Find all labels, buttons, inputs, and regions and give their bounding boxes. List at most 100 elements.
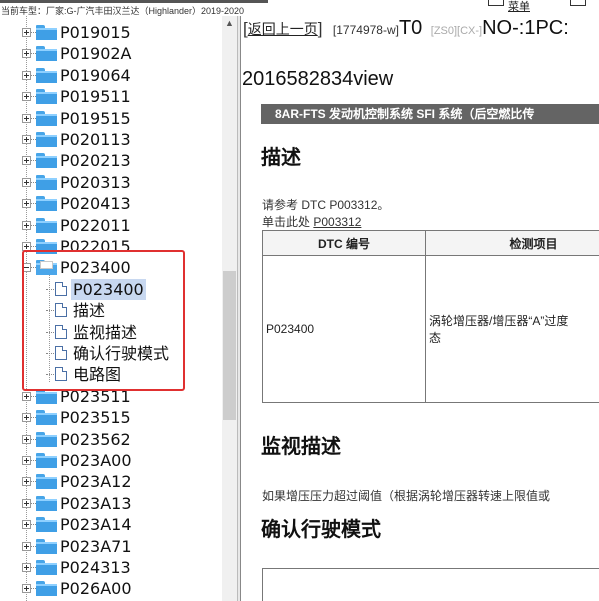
tree-node[interactable]: P022011 [0, 215, 222, 236]
tree-node[interactable]: P024313 [0, 557, 222, 578]
tree-node-label: P023A13 [60, 493, 132, 513]
folder-icon [36, 153, 57, 169]
expand-icon[interactable] [22, 563, 31, 572]
expand-icon[interactable] [22, 156, 31, 166]
folder-icon [36, 538, 57, 554]
tree-node-label: P024313 [60, 558, 131, 577]
folder-icon [36, 560, 57, 575]
toolbar-button-icon-2[interactable] [570, 0, 586, 6]
folder-icon [36, 410, 57, 426]
tree-node-label: P020413 [60, 194, 131, 214]
tree-node-label: P023562 [60, 429, 131, 449]
tree-node-label: P023515 [60, 408, 131, 428]
scroll-up-arrow-icon[interactable]: ▲ [222, 16, 237, 31]
tree-node-label: P023A12 [60, 472, 132, 492]
table-row: P023400 涡轮增压器/增压器“A”过度 态 [262, 255, 599, 403]
table-header-row: DTC 编号 检测项目 [262, 230, 599, 256]
t0-label: T0 [398, 17, 423, 39]
folder-icon [36, 517, 57, 533]
expand-icon[interactable] [22, 177, 31, 187]
tree-node-label: P019064 [60, 65, 131, 85]
tree-scrollbar[interactable]: ▲ [222, 16, 237, 601]
folder-icon [36, 110, 57, 126]
tree-node[interactable]: P023A71 [0, 536, 222, 557]
tree-node-label: P022011 [60, 215, 131, 235]
tree-node[interactable]: P023A13 [0, 493, 222, 514]
expand-icon[interactable] [22, 498, 31, 508]
tree-node[interactable]: P019515 [0, 108, 222, 129]
tree-node[interactable]: P026A00 [0, 578, 222, 599]
doc-code: [1774978-w] [332, 23, 399, 37]
back-link[interactable]: 返回上一页 [248, 21, 318, 37]
expand-icon[interactable] [22, 92, 31, 102]
folder-icon [36, 46, 57, 62]
tree-node[interactable]: P019015 [0, 22, 222, 43]
expand-icon[interactable] [22, 413, 31, 423]
tree-node[interactable]: P020413 [0, 193, 222, 214]
tree-node-label: P019515 [60, 108, 131, 128]
click-here-line: 单击此处 P003312 [262, 213, 361, 230]
expand-icon[interactable] [22, 135, 31, 144]
folder-icon [36, 132, 57, 147]
zs-label: [ZS0][CX-] [430, 25, 483, 37]
expand-icon[interactable] [22, 541, 31, 551]
tree-node[interactable]: P020213 [0, 150, 222, 171]
monitor-text: 如果增压压力超过阈值（根据涡轮增压器转速上限值或 [262, 489, 551, 503]
heading-monitor: 监视描述 [261, 436, 341, 458]
cell-dtc-code: P023400 [262, 255, 426, 403]
col-header-item: 检测项目 [425, 230, 599, 256]
tree-node[interactable]: P019511 [0, 86, 222, 107]
tree-node[interactable]: P020113 [0, 129, 222, 150]
folder-icon [36, 174, 57, 190]
col-header-dtc: DTC 编号 [262, 230, 426, 256]
dtc-reference-link[interactable]: P003312 [313, 215, 361, 229]
folder-icon [36, 495, 57, 511]
section-banner: 8AR-FTS 发动机控制系统 SFI 系统（后空燃比传 [261, 104, 599, 124]
expand-icon[interactable] [22, 220, 31, 230]
tree-node-label: P019015 [60, 23, 131, 42]
tree-node-label: P023A00 [60, 451, 132, 470]
expand-icon[interactable] [22, 28, 31, 37]
tree-node[interactable]: P023A12 [0, 471, 222, 492]
folder-icon [36, 25, 57, 40]
confirm-table [262, 568, 599, 601]
folder-icon [36, 581, 57, 597]
no-label: NO-:1PC: [482, 17, 569, 39]
expand-icon[interactable] [22, 477, 31, 487]
top-bar: 当前车型：厂家:G-广汽丰田汉兰达（Highlander）2019-2020 菜… [0, 0, 599, 16]
expand-icon[interactable] [22, 199, 31, 209]
annotation-highlight-box [22, 250, 185, 391]
expand-icon[interactable] [22, 434, 31, 444]
tree-node[interactable]: P020313 [0, 172, 222, 193]
heading-description: 描述 [261, 147, 301, 169]
tree-node-label: P020213 [60, 151, 131, 171]
tree-node[interactable]: P023A00 [0, 450, 222, 471]
folder-icon [36, 217, 57, 233]
tree-node[interactable]: P023515 [0, 407, 222, 428]
tree-node[interactable]: P023562 [0, 429, 222, 450]
tree-node[interactable]: P01902A [0, 43, 222, 64]
tree-node[interactable]: P023A14 [0, 514, 222, 535]
scrollbar-thumb[interactable] [223, 271, 236, 420]
menu-link[interactable]: 菜单 [508, 0, 530, 14]
folder-icon [36, 474, 57, 490]
bracket-close: ] [317, 19, 323, 38]
toolbar-button-icon[interactable] [488, 0, 504, 6]
expand-icon[interactable] [22, 456, 31, 465]
folder-icon [36, 67, 57, 83]
click-prefix: 单击此处 [262, 215, 311, 229]
cell-detection-item: 涡轮增压器/增压器“A”过度 态 [425, 255, 599, 403]
expand-icon[interactable] [22, 113, 31, 123]
expand-icon[interactable] [22, 584, 31, 594]
folder-icon [36, 388, 57, 404]
folder-icon [36, 89, 57, 105]
tree-node-label: P023A14 [60, 515, 132, 535]
expand-icon[interactable] [22, 49, 31, 59]
tree-node[interactable]: P019064 [0, 65, 222, 86]
tree-node-label: P01902A [60, 44, 132, 64]
expand-icon[interactable] [22, 70, 31, 80]
expand-icon[interactable] [22, 520, 31, 530]
tree-node-label: P020113 [60, 130, 131, 149]
nav-line: [返回上一页] [1774978-w]T0 [ZS0][CX-]NO-:1PC: [243, 17, 569, 43]
expand-icon[interactable] [22, 391, 31, 401]
